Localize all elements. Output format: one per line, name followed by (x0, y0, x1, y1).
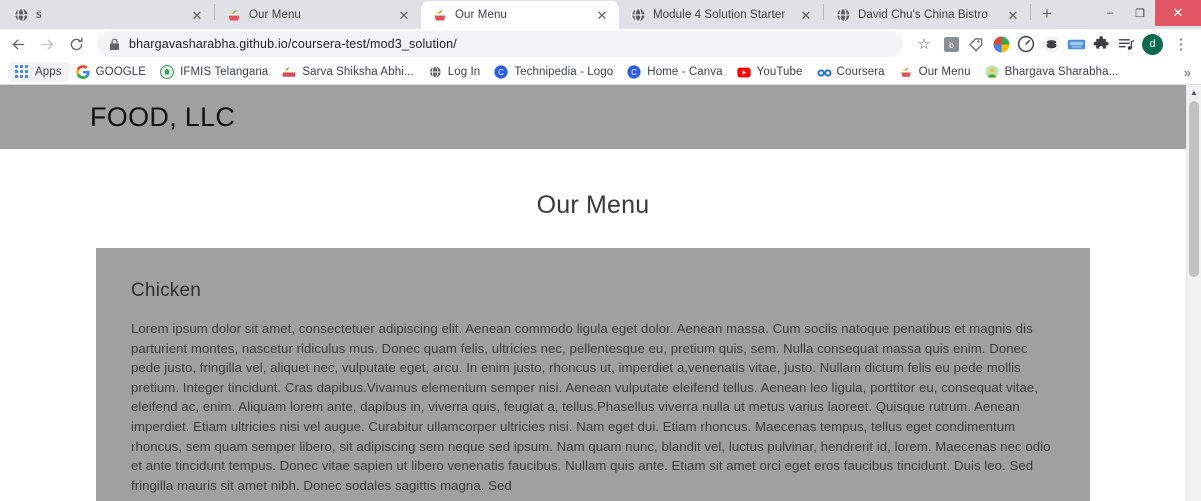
bookmark-item-coursera[interactable]: Coursera (810, 62, 892, 82)
tab-close-icon[interactable]: ✕ (1005, 7, 1021, 23)
tab-s[interactable]: s ✕ (2, 1, 214, 29)
tab-our-menu-1[interactable]: Our Menu ✕ (215, 1, 421, 29)
bookmark-item-bhargava-sharabha[interactable]: Bhargava Sharabha... (978, 62, 1126, 82)
site-brand: FOOD, LLC (90, 101, 236, 132)
url-text: bhargavasharabha.github.io/coursera-test… (129, 37, 457, 52)
canva-icon: C (627, 65, 641, 79)
page-viewport: FOOD, LLC Our Menu Chicken Lorem ipsum d… (0, 85, 1201, 501)
bookmark-label: Apps (35, 66, 62, 78)
forward-button[interactable] (33, 30, 61, 58)
bookmark-label: Home - Canva (647, 66, 723, 78)
chrome-menu-button[interactable]: ⋮ (1167, 30, 1195, 58)
vertical-scrollbar[interactable]: ▲ (1186, 85, 1201, 501)
back-button[interactable] (4, 30, 32, 58)
bookmark-item-technipedia-logo[interactable]: C Technipedia - Logo (487, 62, 620, 82)
tab-divider (1030, 3, 1031, 20)
ifmis-icon (160, 65, 175, 79)
bookmark-label: Coursera (836, 66, 885, 78)
svg-text:b: b (949, 40, 954, 50)
bookmark-item-our-menu[interactable]: Our Menu (892, 62, 978, 82)
tab-close-icon[interactable]: ✕ (594, 7, 610, 23)
bookmark-label: Log In (447, 66, 481, 78)
profile-avatar[interactable]: d (1142, 33, 1163, 55)
bookmark-item-apps[interactable]: Apps (8, 62, 69, 82)
tab-label: Our Menu (455, 9, 507, 21)
bitly-extension-icon[interactable]: b (939, 32, 963, 56)
colors-extension-icon[interactable] (989, 32, 1013, 56)
maximize-button[interactable]: ❐ (1125, 0, 1155, 26)
site-header: FOOD, LLC (0, 85, 1186, 150)
tab-module-4-solution-starter[interactable]: Module 4 Solution Starter ✕ (619, 1, 823, 29)
tab-david-chus-china-bistro[interactable]: David Chu's China Bistro ✕ (824, 1, 1030, 29)
new-tab-button[interactable]: + (1033, 0, 1061, 28)
bookmark-item-google[interactable]: GOOGLE (69, 62, 153, 82)
bookmark-label: IFMIS Telangana (180, 66, 269, 78)
browser-window: s ✕ Our Menu ✕ Our Menu ✕ Module 4 Solut… (0, 0, 1201, 501)
tab-label: s (36, 9, 42, 21)
address-bar[interactable]: bhargavasharabha.github.io/coursera-test… (97, 31, 903, 58)
bookmark-star-icon[interactable]: ☆ (910, 30, 938, 58)
bookmark-label: Technipedia - Logo (514, 66, 614, 78)
bookmark-item-youtube[interactable]: YouTube (730, 62, 810, 82)
tab-label: Module 4 Solution Starter (653, 9, 786, 21)
bookmark-label: Our Menu (918, 66, 971, 78)
food-icon (432, 7, 448, 23)
person-icon (984, 65, 999, 79)
scroll-up-arrow-icon[interactable]: ▲ (1187, 85, 1201, 100)
coursera-icon (817, 65, 832, 79)
globe-icon (13, 7, 29, 23)
food-icon (899, 65, 913, 79)
lock-icon (107, 32, 121, 56)
minimize-button[interactable]: – (1095, 0, 1125, 26)
cookies-extension-icon[interactable] (1039, 32, 1063, 56)
bookmark-item-ifmis-telangana[interactable]: IFMIS Telangana (153, 62, 275, 82)
section-heading: Chicken (131, 280, 202, 302)
bookmarks-overflow-button[interactable]: » (1184, 65, 1195, 80)
globe-icon (428, 65, 442, 79)
tab-close-icon[interactable]: ✕ (396, 7, 412, 23)
sarva-icon (282, 65, 296, 79)
close-window-button[interactable]: ✕ (1155, 0, 1201, 26)
tag-extension-icon[interactable] (964, 32, 988, 56)
globe-icon (835, 7, 851, 23)
reload-button[interactable] (62, 30, 90, 58)
apps-grid-icon (15, 65, 29, 79)
speedometer-extension-icon[interactable] (1014, 32, 1038, 56)
bookmarks-bar: Apps GOOGLE IFMIS Telangana Sarva Shiksh… (0, 59, 1201, 86)
canva-icon: C (494, 65, 508, 79)
tab-close-icon[interactable]: ✕ (189, 7, 205, 23)
tab-close-icon[interactable]: ✕ (798, 7, 814, 23)
page-title: Our Menu (536, 191, 650, 220)
tab-label: David Chu's China Bistro (858, 9, 988, 21)
browser-toolbar: bhargavasharabha.github.io/coursera-test… (0, 29, 1201, 60)
globe-icon (630, 7, 646, 23)
tab-strip: s ✕ Our Menu ✕ Our Menu ✕ Module 4 Solut… (0, 0, 1201, 29)
section-body-text: Lorem ipsum dolor sit amet, consectetuer… (131, 321, 1051, 493)
scrollbar-thumb[interactable] (1189, 101, 1199, 278)
menu-section-card: Chicken Lorem ipsum dolor sit amet, cons… (96, 248, 1090, 501)
food-icon (226, 7, 242, 23)
google-icon (75, 65, 90, 79)
bookmark-item-home-canva[interactable]: C Home - Canva (620, 62, 729, 82)
tab-label: Our Menu (249, 9, 301, 21)
bookmark-item-sarva-shiksha[interactable]: Sarva Shiksha Abhi... (275, 62, 420, 82)
tab-our-menu-2-active[interactable]: Our Menu ✕ (421, 1, 619, 29)
bookmark-label: Sarva Shiksha Abhi... (302, 66, 414, 78)
keyboard-extension-icon[interactable] (1064, 32, 1088, 56)
bookmark-label: Bhargava Sharabha... (1004, 66, 1119, 78)
puzzle-extensions-icon[interactable] (1089, 32, 1113, 56)
bookmark-item-log-in[interactable]: Log In (421, 62, 488, 82)
bookmark-label: YouTube (756, 66, 803, 78)
svg-text:C: C (498, 68, 504, 77)
playlist-extension-icon[interactable] (1114, 32, 1138, 56)
window-controls: – ❐ ✕ (1095, 0, 1201, 26)
youtube-icon (737, 65, 751, 79)
bookmark-label: GOOGLE (95, 66, 147, 78)
svg-text:C: C (631, 68, 637, 77)
web-page: FOOD, LLC Our Menu Chicken Lorem ipsum d… (0, 85, 1186, 501)
